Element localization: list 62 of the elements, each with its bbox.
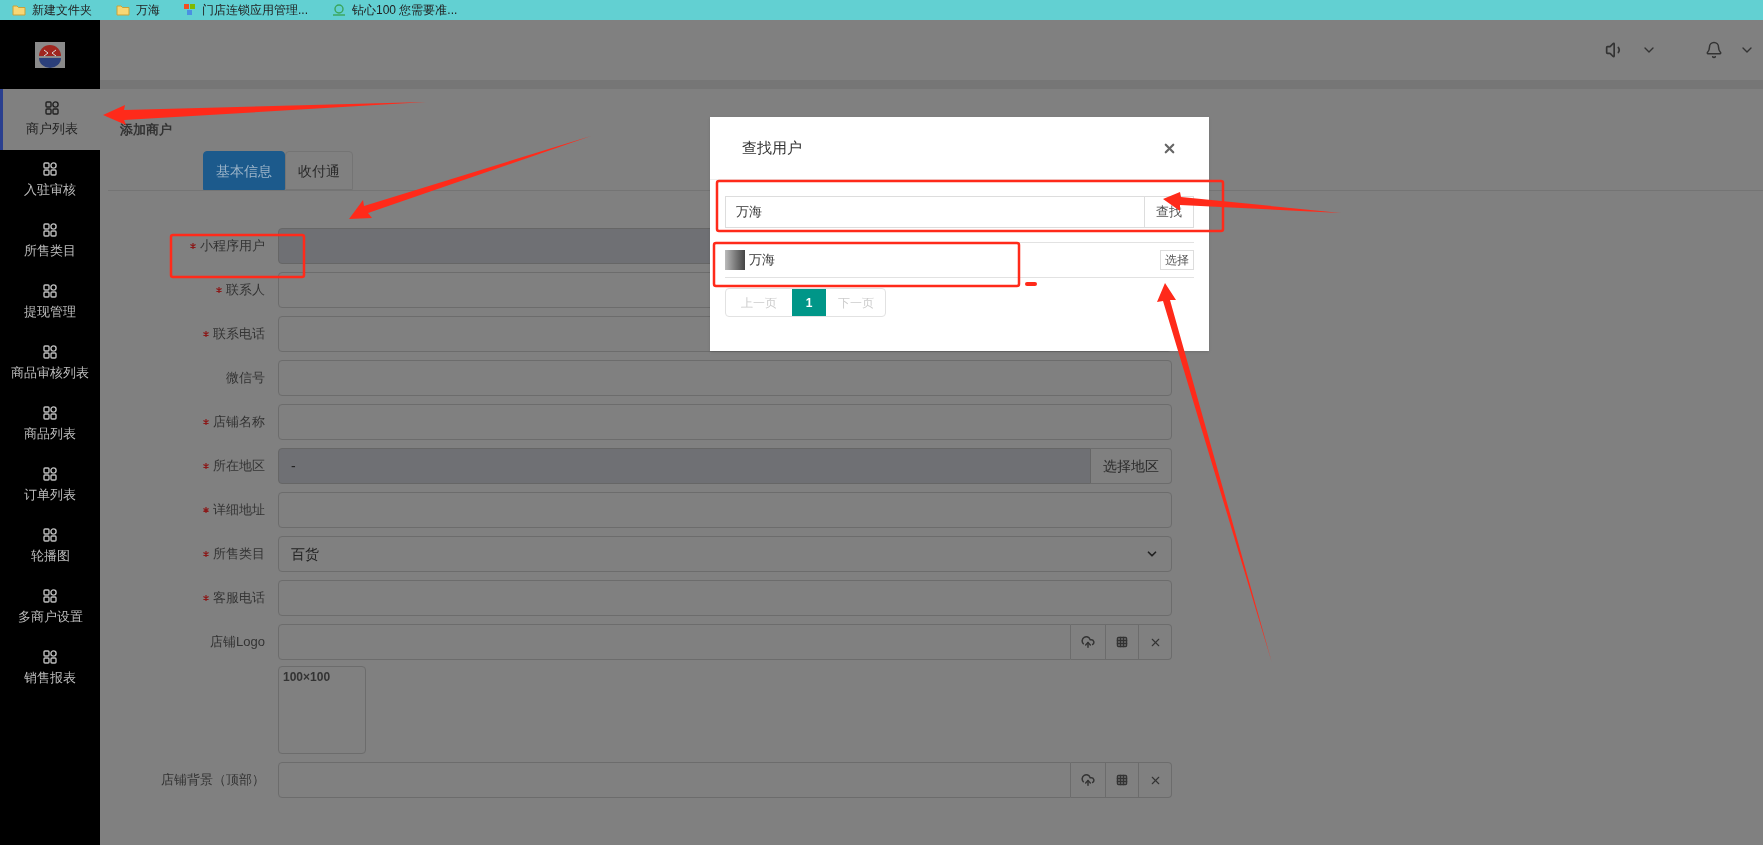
page-button[interactable]: 1 — [792, 289, 826, 316]
dialog-title: 查找用户 — [742, 137, 802, 158]
field-label: 店铺Logo — [210, 633, 265, 652]
bookmark-link[interactable]: 新建文件夹 — [12, 2, 92, 18]
field-label: 小程序用户 — [200, 237, 265, 256]
gallery-button[interactable] — [1106, 762, 1139, 798]
field-label: 微信号 — [226, 369, 265, 388]
sidebar-item[interactable]: 订单列表 — [0, 455, 100, 516]
folder-icon — [116, 4, 130, 16]
apps-icon — [44, 100, 59, 115]
apps-icon — [43, 405, 57, 420]
field-label: 所售类目 — [213, 545, 265, 564]
sidebar-item[interactable]: 入驻审核 — [0, 150, 100, 211]
breadcrumb: 添加商户 — [120, 121, 172, 139]
field-label: 联系电话 — [213, 325, 265, 344]
apps-icon — [43, 588, 57, 603]
field-label: 客服电话 — [213, 589, 265, 608]
sidebar-item[interactable]: 销售报表 — [0, 638, 100, 699]
sidebar-item[interactable]: 商品列表 — [0, 394, 100, 455]
image-preview: 100×100 — [278, 666, 366, 754]
grid-icon — [1116, 774, 1128, 786]
field-label: 详细地址 — [213, 501, 265, 520]
user-name: 万海 — [749, 251, 775, 270]
bookmark-link[interactable]: 门店连锁应用管理... — [184, 2, 308, 18]
logo-icon — [35, 41, 65, 68]
cloud-upload-icon — [1081, 773, 1095, 787]
apps-icon — [43, 649, 57, 664]
clear-button[interactable] — [1139, 624, 1172, 660]
apps-icon — [43, 161, 57, 176]
clear-button[interactable] — [1139, 762, 1172, 798]
folder-icon — [12, 4, 26, 16]
field-label: 店铺背景（顶部） — [161, 771, 265, 790]
tab[interactable]: 收付通 — [285, 151, 353, 190]
apps-icon — [43, 527, 57, 542]
select-button[interactable]: 选择 — [1160, 250, 1194, 270]
field-label: 所在地区 — [213, 457, 265, 476]
apps-icon — [43, 344, 57, 359]
sidebar-item[interactable]: 商品审核列表 — [0, 333, 100, 394]
cloud-upload-icon — [1081, 635, 1095, 649]
apps-icon — [43, 222, 57, 237]
annotation-dash — [1025, 282, 1037, 286]
tiles-icon — [184, 4, 196, 16]
upload-button[interactable] — [1071, 762, 1106, 798]
avatar-placeholder — [725, 250, 745, 270]
bookmark-link[interactable]: 钻心100 您需要准... — [332, 2, 458, 18]
sidebar-item[interactable]: 所售类目 — [0, 211, 100, 272]
sidebar-item[interactable]: 多商户设置 — [0, 577, 100, 638]
sidebar-item[interactable]: 提现管理 — [0, 272, 100, 333]
sidebar-item[interactable]: 商户列表 — [0, 89, 100, 150]
gallery-button[interactable] — [1106, 624, 1139, 660]
apps-icon — [43, 466, 57, 481]
field-label: 店铺名称 — [213, 413, 265, 432]
search-field[interactable]: 万海 — [725, 196, 1145, 228]
bookmark-link[interactable]: 万海 — [116, 2, 160, 18]
field-label: 联系人 — [226, 281, 265, 300]
category-select[interactable]: 百货 — [278, 536, 1172, 572]
tab[interactable]: 基本信息 — [203, 151, 285, 190]
upload-button[interactable] — [1071, 624, 1106, 660]
grid-icon — [1116, 636, 1128, 648]
bell-icon — [1705, 41, 1723, 59]
sidebar-item[interactable]: 轮播图 — [0, 516, 100, 577]
apps-icon — [43, 283, 57, 298]
